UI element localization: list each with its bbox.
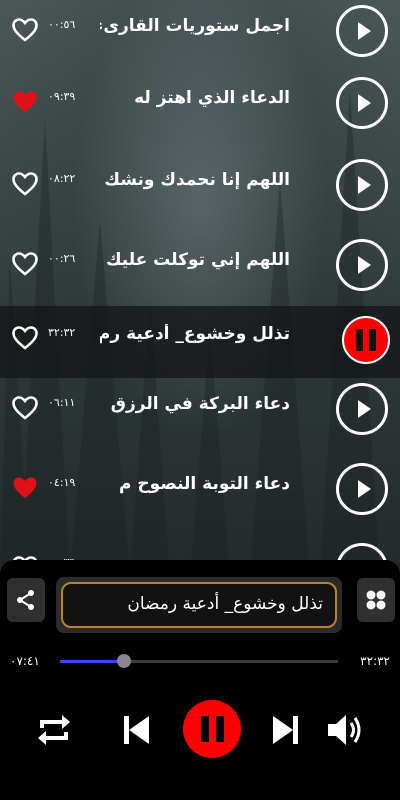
skip-next-icon (273, 716, 298, 744)
repeat-icon (38, 715, 70, 745)
track-title: اللهم إني توكلت عليك (105, 250, 290, 270)
now-playing-title: تذلل وخشوع_ أدعية رمضان (61, 582, 337, 628)
next-button[interactable] (266, 710, 306, 750)
skip-previous-icon (124, 716, 149, 744)
heart-outline-icon[interactable] (12, 252, 38, 276)
track-duration: ٠٤:١٩ (48, 476, 76, 489)
track-duration: ٠٠:٢٦ (48, 252, 76, 265)
playlist-item[interactable]: اجمل ستوريات القارىء ٠٠:٥٦ (0, 0, 400, 70)
track-title: الدعاء الذي اهتز له (134, 88, 290, 108)
grid-icon (366, 590, 386, 610)
play-button[interactable] (336, 383, 388, 435)
repeat-button[interactable] (34, 710, 74, 750)
playlist-item[interactable]: اللهم إني توكلت عليك ٠٠:٢٦ (0, 232, 400, 304)
seek-bar[interactable] (60, 654, 338, 668)
track-duration: ٠٠:٥٦ (48, 18, 76, 31)
volume-button[interactable] (324, 710, 366, 750)
seek-bar-thumb[interactable] (116, 654, 131, 668)
play-button[interactable] (336, 239, 388, 291)
track-title: دعاء البركة في الرزق (110, 394, 290, 414)
track-duration: ٠٩:٣٩ (48, 90, 76, 103)
share-icon (17, 590, 34, 610)
track-title: اجمل ستوريات القارىء (100, 16, 290, 36)
playlist-item[interactable]: الدعاء الذي اهتز له ٠٩:٣٩ (0, 70, 400, 142)
track-duration: ٣٢:٣٢ (48, 326, 76, 339)
heart-filled-icon[interactable] (12, 476, 38, 500)
play-pause-button[interactable] (183, 700, 241, 758)
heart-outline-icon[interactable] (12, 396, 38, 420)
heart-outline-icon[interactable] (12, 326, 38, 350)
playlist-item[interactable]: تذلل وخشوع_ أدعية رم ٣٢:٣٢ (0, 306, 400, 378)
play-icon (358, 94, 371, 112)
play-icon (358, 22, 371, 40)
playlist-item[interactable]: دعاء البركة في الرزق ٠٦:١١ (0, 376, 400, 448)
apps-button[interactable] (357, 578, 395, 622)
share-button[interactable] (7, 578, 45, 622)
volume-icon (328, 715, 361, 745)
pause-icon-bar (369, 329, 376, 351)
heart-outline-icon[interactable] (12, 18, 38, 42)
playlist-item[interactable]: دعاء التوبة النصوح م ٠٤:١٩ (0, 456, 400, 528)
play-icon (358, 176, 371, 194)
seek-bar-fill (60, 660, 124, 663)
track-title: اللهم إنا نحمدك ونشك (104, 170, 290, 190)
track-title: تذلل وخشوع_ أدعية رم (100, 324, 290, 344)
pause-icon (200, 716, 209, 742)
track-title: دعاء التوبة النصوح م (119, 474, 290, 494)
track-duration: ٠٨:٢٢ (48, 172, 76, 185)
heart-outline-icon[interactable] (12, 172, 38, 196)
playlist-item[interactable]: اللهم إنا نحمدك ونشك ٠٨:٢٢ (0, 152, 400, 224)
pause-icon-bar (215, 716, 224, 742)
play-button[interactable] (336, 463, 388, 515)
pause-icon (356, 329, 363, 351)
play-button[interactable] (336, 5, 388, 57)
play-icon (358, 400, 371, 418)
previous-button[interactable] (116, 710, 156, 750)
heart-filled-icon[interactable] (12, 90, 38, 114)
now-playing-box: تذلل وخشوع_ أدعية رمضان (56, 577, 342, 633)
play-icon (358, 256, 371, 274)
total-time: ٣٢:٣٢ (360, 654, 390, 668)
play-button[interactable] (336, 77, 388, 129)
play-icon (358, 480, 371, 498)
playlist[interactable]: اجمل ستوريات القارىء ٠٠:٥٦ الدعاء الذي اهت… (0, 0, 400, 575)
pause-button[interactable] (342, 316, 390, 364)
track-duration: ٠٦:١١ (48, 396, 76, 409)
play-button[interactable] (336, 159, 388, 211)
player-panel: تذلل وخشوع_ أدعية رمضان ٠٧:٤١ ٣٢:٣٢ (0, 560, 400, 800)
elapsed-time: ٠٧:٤١ (10, 654, 40, 668)
